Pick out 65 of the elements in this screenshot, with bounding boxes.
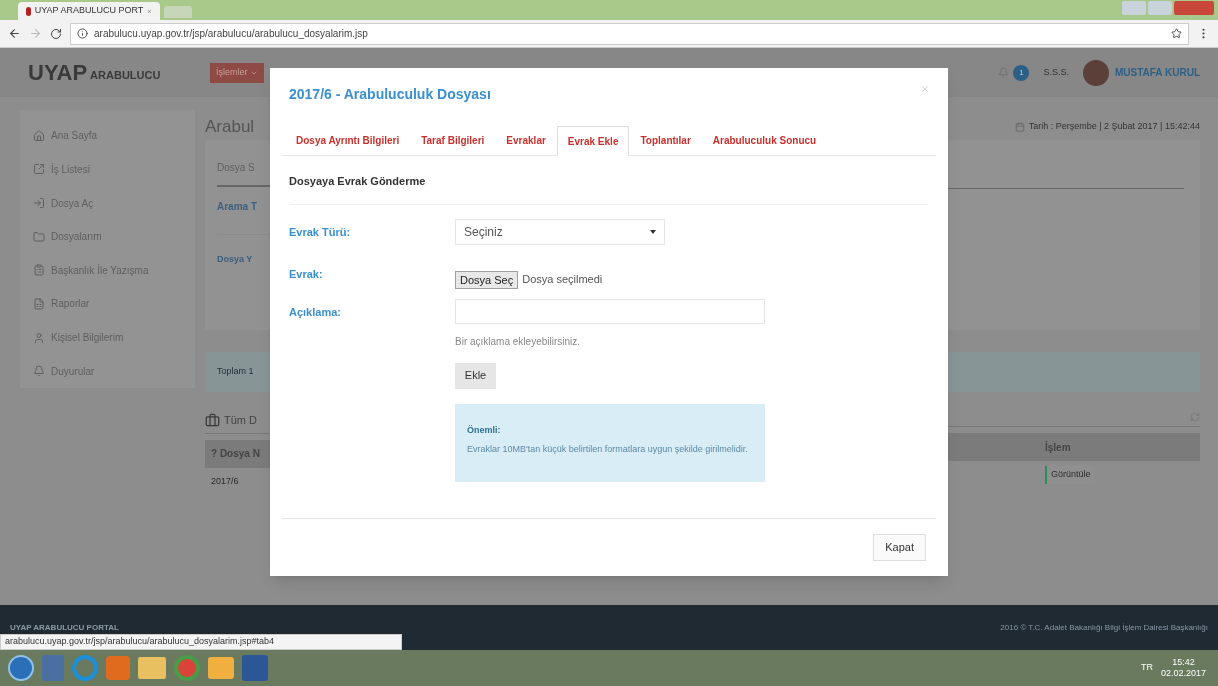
forward-icon[interactable] bbox=[29, 27, 42, 40]
no-file-text: Dosya seçilmedi bbox=[522, 272, 603, 288]
tab[interactable]: Evraklar bbox=[495, 125, 557, 155]
reload-icon[interactable] bbox=[50, 27, 62, 40]
clock-time[interactable]: 15:42 bbox=[1172, 657, 1195, 668]
operations-menu-button[interactable]: İşlemler bbox=[210, 62, 264, 83]
url-text: arabulucu.uyap.gov.tr/jsp/arabulucu/arabulucu_dosyalarim.jsp bbox=[94, 27, 368, 41]
section-label: Dosya Y bbox=[217, 253, 254, 266]
help-text: Bir açıklama ekleyebilirsiniz. bbox=[455, 334, 582, 349]
table-cell-text: 2017/6 bbox=[210, 474, 240, 488]
modal-title: 2017/6 - Arabuluculuk Dosyası bbox=[289, 84, 491, 104]
address-bar[interactable]: arabulucu.uyap.gov.tr/jsp/arabulucu/arabulucu_dosyalarim.jsp bbox=[70, 22, 1189, 45]
tab-title: UYAP ARABULUCU PORT bbox=[34, 4, 144, 18]
footer-title: UYAP ARABULUCU PORTAL bbox=[10, 621, 119, 634]
folder-icon bbox=[33, 230, 45, 243]
calendar-icon bbox=[1014, 121, 1025, 132]
spreadsheet-icon bbox=[33, 297, 45, 310]
faq-link[interactable]: S.S.S. bbox=[1043, 65, 1069, 80]
new-tab-button[interactable] bbox=[164, 6, 192, 18]
tab[interactable]: Dosya Ayrıntı Bilgileri bbox=[285, 125, 411, 155]
field-label: Evrak: bbox=[289, 266, 324, 282]
add-button[interactable]: Ekle bbox=[455, 362, 496, 389]
bell-icon bbox=[33, 365, 45, 378]
dropdown-arrow-icon bbox=[650, 229, 656, 234]
total-bar: Toplam 1 bbox=[205, 352, 270, 392]
external-link-icon bbox=[33, 163, 45, 176]
language-indicator[interactable]: TR bbox=[1140, 661, 1153, 675]
home-icon bbox=[33, 129, 45, 142]
logo-subtitle: ARABULUCU bbox=[90, 68, 161, 83]
notification-badge[interactable]: 1 bbox=[1013, 64, 1030, 81]
notice-text: Evraklar 10MB'tan küçük belirtilen formatlara uygun şekilde girilmelidir. bbox=[467, 443, 749, 456]
tab[interactable]: Taraf Bilgileri bbox=[410, 125, 496, 155]
status-url: arabulucu.uyap.gov.tr/jsp/arabulucu/arabulucu_dosyalarim.jsp#tab4 bbox=[0, 634, 402, 650]
clipboard-icon bbox=[33, 264, 45, 277]
description-input[interactable] bbox=[455, 298, 765, 324]
minimize-button[interactable] bbox=[1122, 1, 1146, 15]
date-text: Tarih : Perşembe | 2 Şubat 2017 | 15:42:44 bbox=[1028, 119, 1200, 133]
close-button[interactable]: Kapat bbox=[873, 534, 926, 561]
bookmark-star-icon[interactable] bbox=[1171, 28, 1182, 39]
user-icon bbox=[33, 331, 45, 344]
site-favicon-icon bbox=[26, 6, 31, 16]
document-type-select[interactable]: Seçiniz bbox=[455, 218, 665, 245]
notice-title: Önemli: bbox=[467, 423, 502, 437]
clock-date[interactable]: 02.02.2017 bbox=[1160, 668, 1206, 679]
maximize-button[interactable] bbox=[1148, 1, 1172, 15]
avatar[interactable] bbox=[1083, 59, 1109, 86]
start-button[interactable] bbox=[8, 655, 34, 681]
list-title: Tüm D bbox=[224, 413, 257, 428]
login-icon bbox=[33, 197, 45, 210]
browser-tab[interactable]: UYAP ARABULUCU PORT bbox=[18, 2, 160, 20]
briefcase-icon bbox=[205, 412, 220, 428]
copyright-text: 2016 © T.C. Adalet Bakanlığı Bilgi İşlem Dairesi Başkanlığı bbox=[1000, 621, 1208, 634]
logo-text: UYAP bbox=[28, 61, 88, 84]
field-label: Açıklama: bbox=[289, 304, 342, 320]
tab[interactable]: Evrak Ekle bbox=[556, 126, 630, 156]
page-title: Arabul bbox=[205, 116, 256, 138]
section-heading: Dosyaya Evrak Gönderme bbox=[288, 174, 427, 189]
close-icon[interactable] bbox=[920, 84, 930, 94]
field-label: Evrak Türü: bbox=[289, 224, 352, 240]
tab[interactable]: Arabuluculuk Sonucu bbox=[701, 125, 828, 155]
choose-file-button[interactable]: Dosya Seç bbox=[455, 270, 519, 289]
tab[interactable]: Toplantılar bbox=[629, 125, 702, 155]
back-icon[interactable] bbox=[8, 27, 21, 40]
close-button[interactable] bbox=[1174, 1, 1214, 15]
info-icon bbox=[77, 28, 88, 39]
